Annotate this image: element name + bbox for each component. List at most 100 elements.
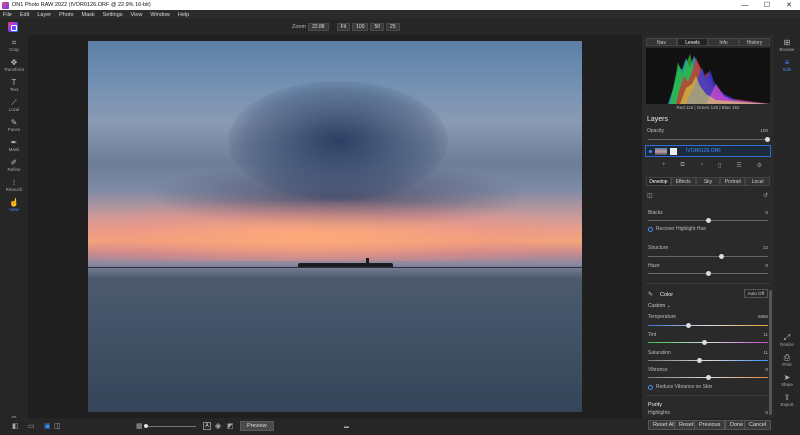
add-layer-icon[interactable]: + <box>662 162 666 169</box>
menu-window[interactable]: Window <box>150 12 170 18</box>
blacks-value[interactable]: 0 <box>765 210 768 215</box>
zoom-50-button[interactable]: 50 <box>370 23 385 31</box>
compare-view-icon[interactable]: ◫ <box>54 422 61 430</box>
tool-faces[interactable]: ✎ Faces <box>0 115 28 135</box>
tint-slider[interactable] <box>648 340 768 345</box>
tool-refine[interactable]: ✐ Refine <box>0 155 28 175</box>
tint-value[interactable]: 11 <box>763 332 768 337</box>
module-print[interactable]: ⎙ Print <box>774 350 800 370</box>
saturation-slider[interactable] <box>648 358 768 363</box>
auto-off-button[interactable]: Auto Off <box>743 289 768 298</box>
grid-icon[interactable]: ▦ <box>136 422 143 430</box>
layer-row[interactable]: IVOR0126.ORF <box>645 145 771 157</box>
tool-mask[interactable]: ✒ Mask <box>0 135 28 155</box>
tint-slider-handle[interactable] <box>702 340 707 345</box>
menu-edit[interactable]: Edit <box>20 12 29 18</box>
layer-settings-icon[interactable]: ⚙ <box>757 162 762 169</box>
eyedropper-icon[interactable]: ✎ <box>648 291 653 298</box>
menu-layer[interactable]: Layer <box>37 12 51 18</box>
panel-toggle-icon[interactable]: ◧ <box>12 422 19 430</box>
opacity-slider-handle[interactable] <box>765 137 770 142</box>
structure-slider-handle[interactable] <box>719 254 724 259</box>
module-edit[interactable]: ≡ Edit <box>774 55 800 75</box>
preview-button[interactable]: Preview <box>240 421 274 431</box>
on1-logo-icon[interactable] <box>8 22 18 32</box>
previous-button[interactable]: Previous <box>694 420 726 430</box>
temperature-slider[interactable] <box>648 323 768 328</box>
maximize-button[interactable]: ☐ <box>756 1 778 9</box>
reset-icon[interactable]: ↺ <box>763 192 768 199</box>
minimize-button[interactable]: — <box>734 2 756 9</box>
panel-scrollbar[interactable] <box>769 290 772 415</box>
tab-info[interactable]: Info <box>708 38 739 46</box>
menu-help[interactable]: Help <box>178 12 189 18</box>
duplicate-layer-icon[interactable]: ⧉ <box>680 162 684 169</box>
blacks-slider-handle[interactable] <box>706 218 711 223</box>
haze-value[interactable]: 0 <box>765 263 768 268</box>
menu-mask[interactable]: Mask <box>82 12 95 18</box>
saturation-value[interactable]: 11 <box>763 350 768 355</box>
menu-view[interactable]: View <box>131 12 143 18</box>
module-export[interactable]: ⇪ Export <box>774 390 800 410</box>
zoom-input[interactable]: 22.88 <box>308 23 329 31</box>
tab-effects[interactable]: Effects <box>670 177 696 186</box>
tab-portrait[interactable]: Portrait <box>720 177 746 186</box>
compare-icon[interactable]: ◫ <box>647 192 653 199</box>
module-share[interactable]: ➤ Share <box>774 370 800 390</box>
tab-develop[interactable]: Develop <box>646 177 671 186</box>
folder-icon[interactable]: ▭ <box>28 422 35 430</box>
tab-local[interactable]: Local <box>745 177 770 186</box>
layer-mask-thumbnail[interactable] <box>670 148 677 155</box>
photo-preview[interactable] <box>88 41 582 412</box>
preview-zoom-slider[interactable] <box>144 424 196 428</box>
menu-file[interactable]: File <box>3 12 12 18</box>
cancel-button[interactable]: Cancel <box>744 420 772 430</box>
image-canvas[interactable] <box>28 35 642 418</box>
tab-history[interactable]: History <box>739 38 770 46</box>
tab-sky[interactable]: Sky <box>695 177 721 186</box>
haze-slider-handle[interactable] <box>706 271 711 276</box>
reduce-vibrance-row[interactable]: Reduce Vibrance on Skin <box>648 384 712 390</box>
menu-photo[interactable]: Photo <box>59 12 73 18</box>
tool-crop[interactable]: ⌗ Crop <box>0 35 28 55</box>
zoom-25-button[interactable]: 25 <box>386 23 400 31</box>
recover-highlight-hue-checkbox[interactable] <box>648 226 653 232</box>
menu-settings[interactable]: Settings <box>103 12 123 18</box>
module-browse[interactable]: ⊞ Browse <box>774 35 800 55</box>
tool-view[interactable]: ☝ View <box>0 195 28 215</box>
vibrance-slider-handle[interactable] <box>706 375 711 380</box>
close-button[interactable]: ✕ <box>778 1 800 9</box>
tab-levels[interactable]: Levels <box>677 38 708 46</box>
delete-layer-icon[interactable]: ▯ <box>718 162 721 169</box>
structure-value[interactable]: 22 <box>763 245 768 250</box>
reduce-vibrance-checkbox[interactable] <box>648 384 653 390</box>
tool-text[interactable]: T Text <box>0 75 28 95</box>
single-view-icon[interactable]: ▣ <box>44 422 51 430</box>
tool-local[interactable]: ⟋ Local <box>0 95 28 115</box>
structure-slider[interactable] <box>648 254 768 259</box>
module-resize[interactable]: ⤢ Resize <box>774 330 800 350</box>
opacity-value[interactable]: 100 <box>760 128 768 133</box>
temperature-value[interactable]: 5886 <box>758 314 768 319</box>
merge-layer-icon[interactable]: ◔ <box>700 162 704 169</box>
color-preset-dropdown[interactable]: Custom ⌄ <box>648 303 671 309</box>
layer-visibility-icon[interactable] <box>649 150 652 153</box>
vibrance-slider[interactable] <box>648 375 768 380</box>
stack-icon[interactable]: ☰ <box>736 162 741 169</box>
mask-view-icon[interactable]: ◉ <box>215 422 221 430</box>
opacity-slider[interactable] <box>648 137 770 142</box>
compare-a-button[interactable]: A <box>203 422 211 430</box>
highlights-value[interactable]: 0 <box>765 410 768 415</box>
tool-transform[interactable]: ✥ Transform <box>0 55 28 75</box>
zoom-100-button[interactable]: 100 <box>352 23 369 31</box>
blacks-slider[interactable] <box>648 218 768 223</box>
tab-nav[interactable]: Nav <box>646 38 677 46</box>
temperature-slider-handle[interactable] <box>686 323 691 328</box>
haze-slider[interactable] <box>648 271 768 276</box>
vibrance-value[interactable]: 0 <box>765 367 768 372</box>
panel-grip-icon[interactable]: ▬ <box>344 424 349 430</box>
split-view-icon[interactable]: ◩ <box>227 422 234 430</box>
tool-retouch[interactable]: ⁝ Retouch <box>0 175 28 195</box>
saturation-slider-handle[interactable] <box>697 358 702 363</box>
recover-highlight-hue-row[interactable]: Recover Highlight Hue <box>648 226 706 232</box>
